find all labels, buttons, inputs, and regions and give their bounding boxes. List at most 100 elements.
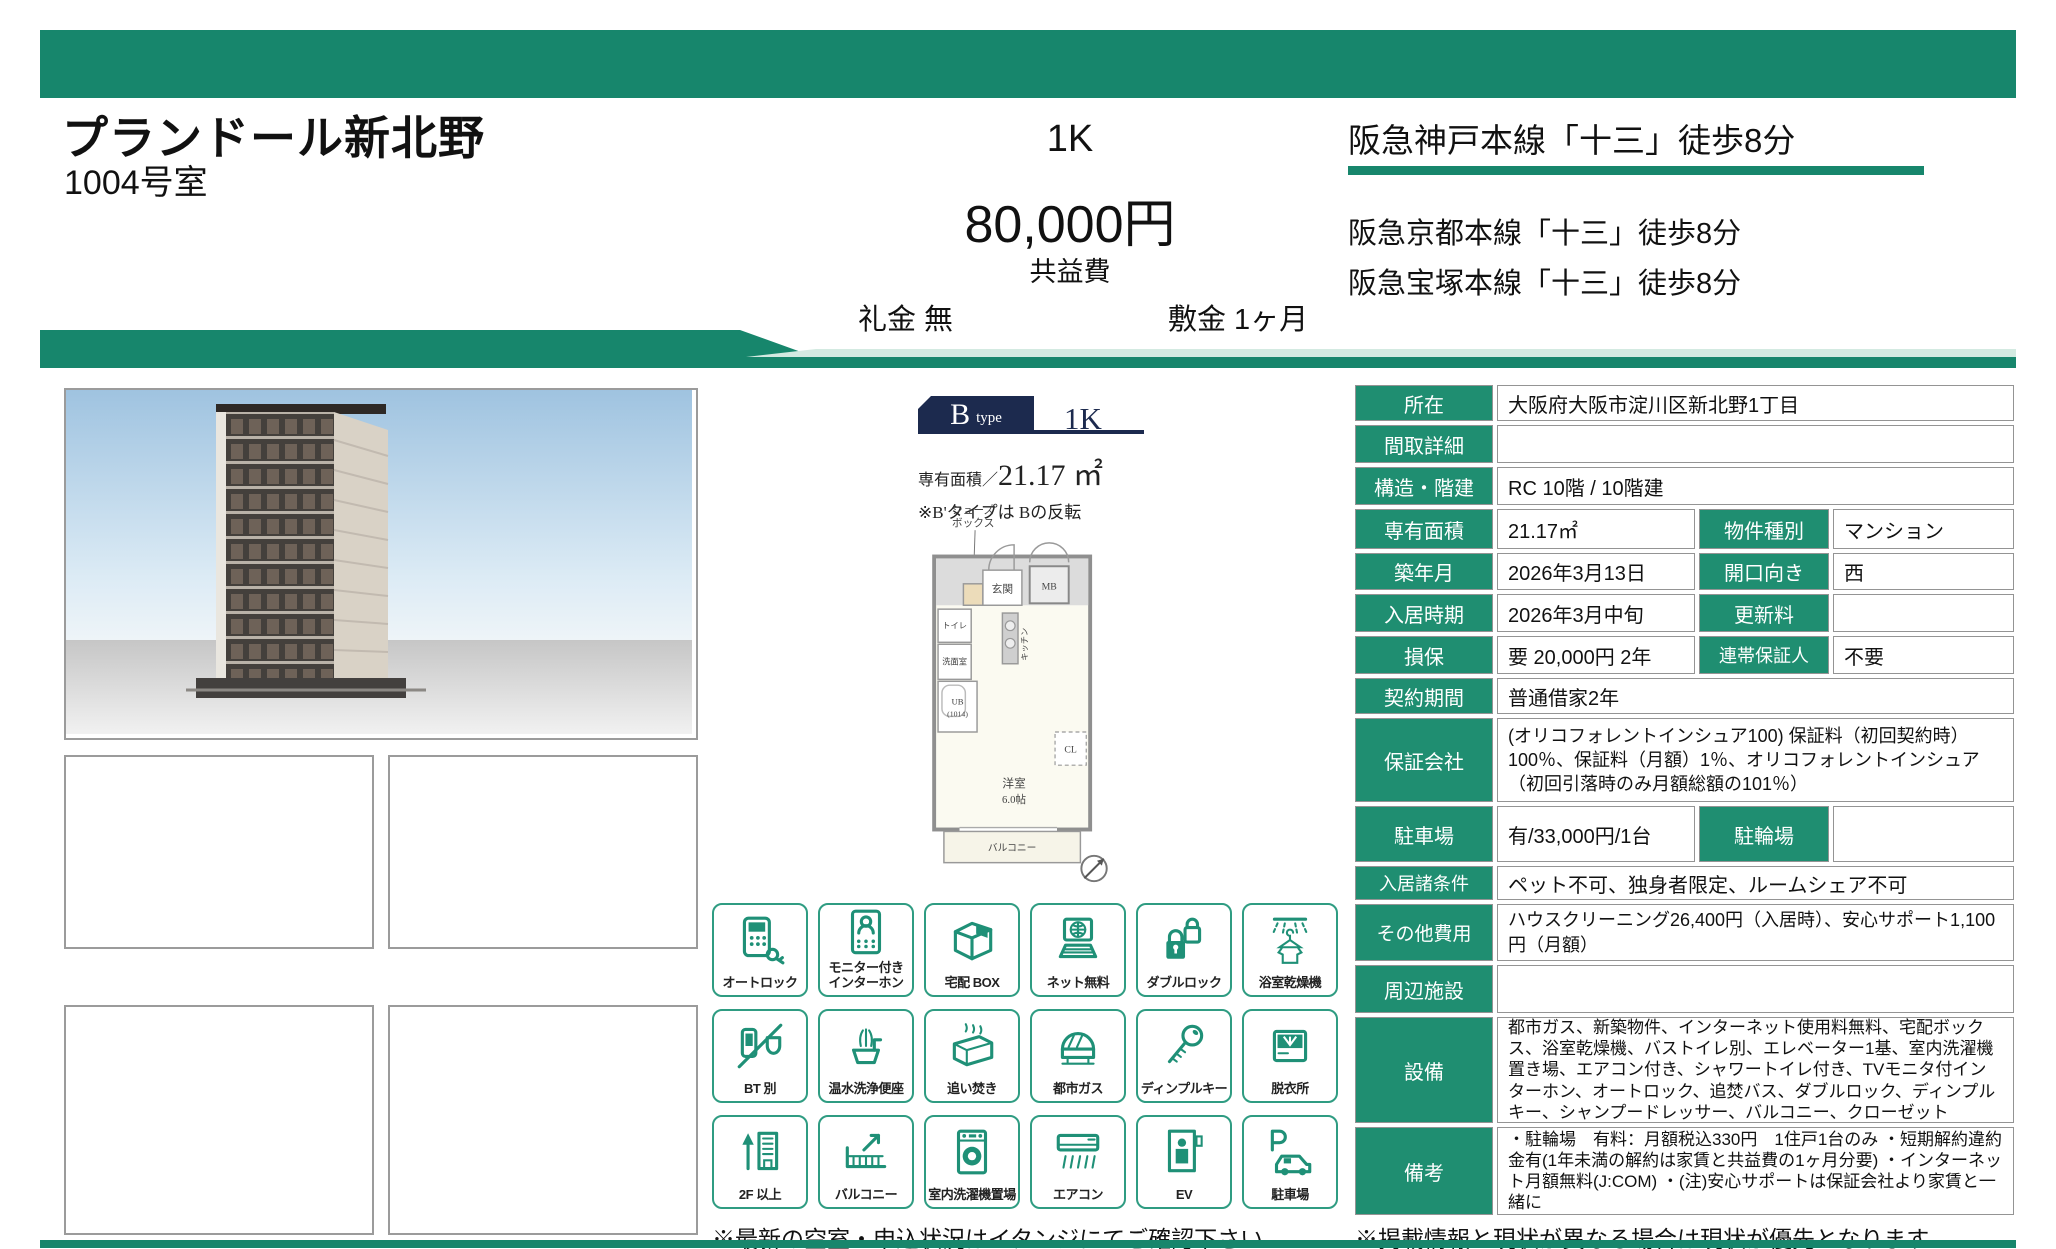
- detail-value: 21.17㎡: [1497, 509, 1695, 549]
- access-line-1: 阪急神戸本線「十三」徒歩8分: [1348, 114, 1795, 162]
- detail-label: 間取詳細: [1355, 425, 1493, 463]
- feature-indoor-laundry: 室内洗濯機置場: [924, 1115, 1020, 1209]
- detail-label: 駐車場: [1355, 806, 1493, 862]
- delivery-box-icon: [945, 905, 999, 976]
- svg-text:6.0帖: 6.0帖: [1002, 793, 1026, 806]
- elevator-icon: [1157, 1117, 1211, 1188]
- washlet-icon: [839, 1011, 893, 1082]
- free-internet-icon: [1051, 905, 1105, 976]
- detail-value: RC 10階 / 10階建: [1497, 467, 2014, 505]
- feature-monitor-intercom: モニター付き インターホン: [818, 903, 914, 997]
- detail-label: 保証会社: [1355, 718, 1493, 802]
- detail-value: [1833, 594, 2014, 632]
- svg-text:キッチン: キッチン: [1021, 628, 1030, 661]
- detail-label: 専有面積: [1355, 509, 1493, 549]
- svg-text:洗面室: 洗面室: [942, 657, 967, 667]
- feature-air-conditioner: エアコン: [1030, 1115, 1126, 1209]
- svg-text:洋室: 洋室: [1002, 777, 1026, 791]
- detail-label: 入居時期: [1355, 594, 1493, 632]
- detail-label: 備考: [1355, 1127, 1493, 1215]
- top-green-bar: [40, 30, 2016, 98]
- green-ribbon: [40, 330, 2016, 368]
- feature-balcony: バルコニー: [818, 1115, 914, 1209]
- detail-value: 2026年3月中旬: [1497, 594, 1695, 632]
- bathroom-dryer-icon: [1263, 905, 1317, 976]
- detail-label: 開口向き: [1699, 553, 1829, 590]
- feature-delivery-box: 宅配 BOX: [924, 903, 1020, 997]
- city-gas-icon: [1051, 1011, 1105, 1082]
- details-table: 所在 大阪府大阪市淀川区新北野1丁目 間取詳細 構造・階建 RC 10階 / 1…: [1355, 385, 2014, 1215]
- detail-label: 設備: [1355, 1017, 1493, 1123]
- detail-value: 有/33,000円/1台: [1497, 806, 1695, 862]
- air-conditioner-icon: [1051, 1117, 1105, 1188]
- detail-value: ハウスクリーニング26,400円（入居時）、安心サポート1,100円（月額）: [1497, 904, 2014, 961]
- detail-value: [1497, 425, 2014, 463]
- access-line-2: 阪急京都本線「十三」徒歩8分: [1348, 210, 1741, 252]
- common-fee-label: 共益費: [770, 250, 1370, 289]
- separate-bath-toilet-icon: [733, 1011, 787, 1082]
- feature-double-lock: ダブルロック: [1136, 903, 1232, 997]
- feature-city-gas: 都市ガス: [1030, 1009, 1126, 1103]
- detail-label: 駐輪場: [1699, 806, 1829, 862]
- detail-label: 連帯保証人: [1699, 636, 1829, 674]
- svg-text:トイレ: トイレ: [942, 622, 967, 631]
- detail-value: 普通借家2年: [1497, 678, 2014, 714]
- detail-value: [1833, 806, 2014, 862]
- balcony-icon: [839, 1117, 893, 1188]
- detail-value: マンション: [1833, 509, 2014, 549]
- dressing-room-icon: [1263, 1011, 1317, 1082]
- detail-value: 都市ガス、新築物件、インターネット使用料無料、宅配ボックス、浴室乾燥機、バストイ…: [1497, 1017, 2014, 1123]
- photo-placeholder-1: [64, 755, 374, 949]
- svg-text:(1014): (1014): [947, 709, 968, 718]
- svg-text:ボックス: ボックス: [952, 517, 995, 529]
- access-underline: [1348, 166, 1924, 175]
- detail-value: 大阪府大阪市淀川区新北野1丁目: [1497, 385, 2014, 421]
- detail-value: 不要: [1833, 636, 2014, 674]
- svg-text:UB: UB: [951, 697, 963, 707]
- indoor-laundry-icon: [945, 1117, 999, 1188]
- feature-auto-lock: オートロック: [712, 903, 808, 997]
- parking-icon: [1263, 1117, 1317, 1188]
- detail-label: 構造・階建: [1355, 467, 1493, 505]
- feature-grid: オートロック モニター付き インターホン: [712, 903, 1340, 1209]
- second-floor-up-icon: [733, 1117, 787, 1188]
- detail-value: ・駐輪場 有料：月額税込330円 1住戸1台のみ ・短期解約違約金有(1年未満の…: [1497, 1127, 2014, 1215]
- bottom-green-bar: [40, 1240, 2016, 1248]
- access-line-3: 阪急宝塚本線「十三」徒歩8分: [1348, 260, 1741, 302]
- room-number: 1004号室: [64, 155, 208, 204]
- auto-lock-icon: [733, 905, 787, 976]
- detail-value: 西: [1833, 553, 2014, 590]
- type-badge: Btype: [918, 396, 1034, 434]
- svg-text:MB: MB: [1042, 582, 1058, 593]
- detail-label: その他費用: [1355, 904, 1493, 961]
- feature-washlet: 温水洗浄便座: [818, 1009, 914, 1103]
- property-flyer: プランドール新北野 1004号室 1K 80,000円 共益費 礼金 無 敷金 …: [0, 0, 2056, 1249]
- rent-price: 80,000円: [770, 182, 1370, 257]
- detail-label: 所在: [1355, 385, 1493, 421]
- feature-bathroom-dryer: 浴室乾燥機: [1242, 903, 1338, 997]
- feature-parking: 駐車場: [1242, 1115, 1338, 1209]
- svg-text:シューズ: シューズ: [952, 504, 995, 517]
- detail-label: 損保: [1355, 636, 1493, 674]
- detail-label: 入居諸条件: [1355, 866, 1493, 900]
- feature-dimple-key: ディンプルキー: [1136, 1009, 1232, 1103]
- feature-reheating-bath: 追い焚き: [924, 1009, 1020, 1103]
- svg-text:CL: CL: [1064, 744, 1077, 755]
- dimple-key-icon: [1157, 1011, 1211, 1082]
- detail-value: [1497, 965, 2014, 1013]
- feature-second-floor-up: 2F 以上: [712, 1115, 808, 1209]
- feature-separate-bath-toilet: BT 別: [712, 1009, 808, 1103]
- feature-free-internet: ネット無料: [1030, 903, 1126, 997]
- detail-value: 2026年3月13日: [1497, 553, 1695, 590]
- floorplan-area: 専有面積／21.17 ㎡: [918, 450, 1148, 494]
- reheating-bath-icon: [945, 1011, 999, 1082]
- detail-value: (オリコフォレントインシュア100) 保証料（初回契約時）100％、保証料（月額…: [1497, 718, 2014, 802]
- svg-text:バルコニー: バルコニー: [988, 842, 1037, 854]
- svg-text:玄関: 玄関: [992, 583, 1013, 596]
- building-photo: [64, 388, 698, 740]
- detail-value: ペット不可、独身者限定、ルームシェア不可: [1497, 866, 2014, 900]
- detail-label: 更新料: [1699, 594, 1829, 632]
- feature-elevator: EV: [1136, 1115, 1232, 1209]
- detail-label: 物件種別: [1699, 509, 1829, 549]
- detail-label: 周辺施設: [1355, 965, 1493, 1013]
